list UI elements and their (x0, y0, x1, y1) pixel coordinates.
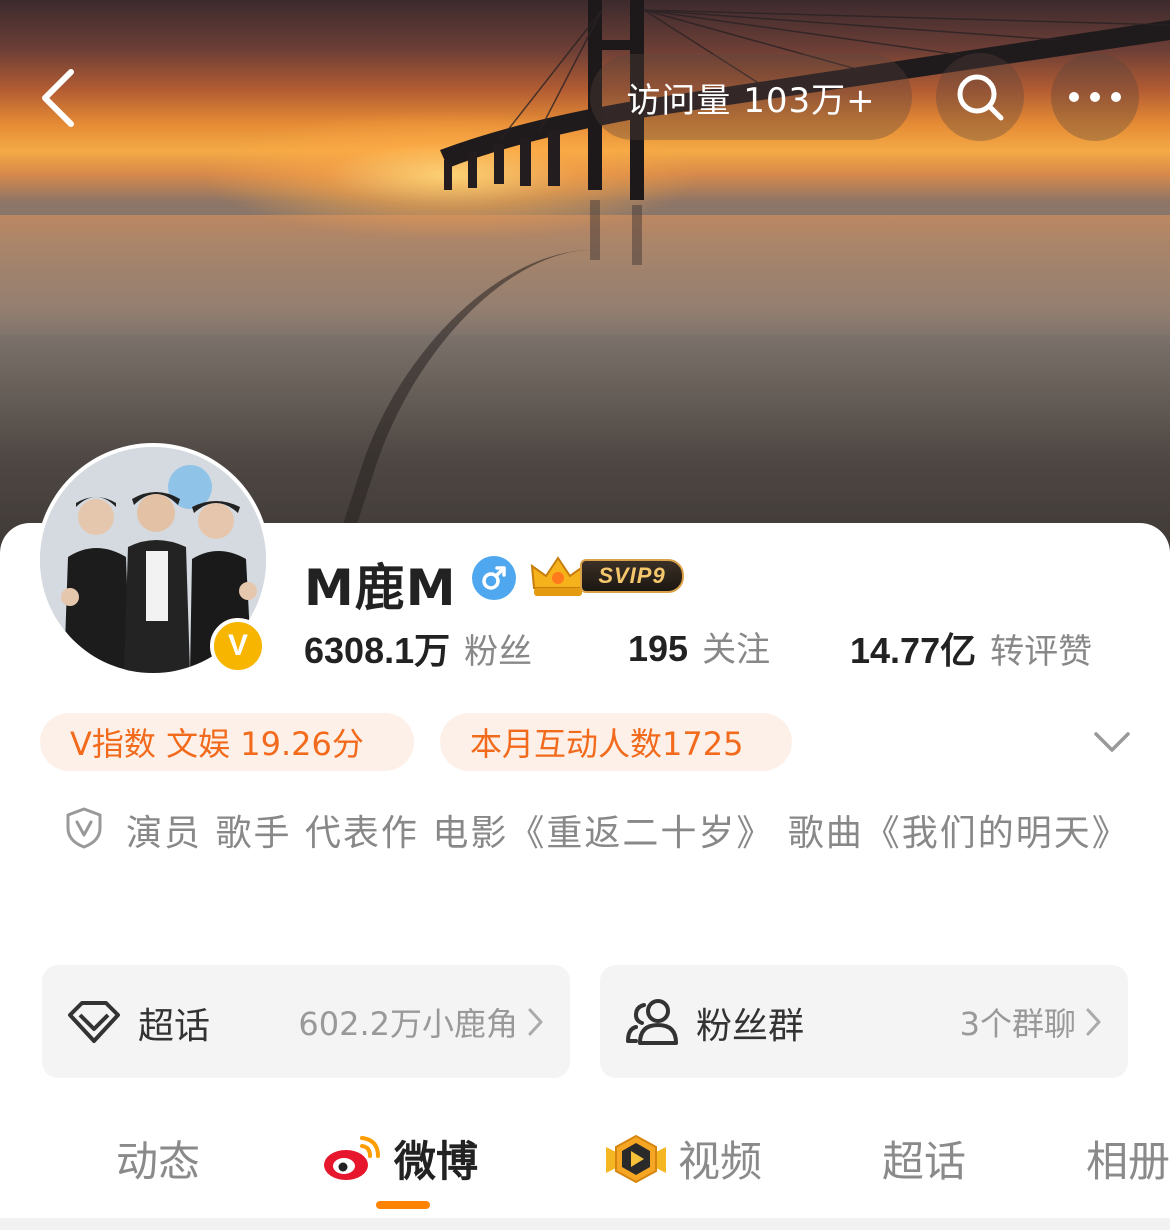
tab-album[interactable]: 相册 (1086, 1128, 1170, 1189)
fan-group-icon (626, 999, 678, 1045)
back-button[interactable] (22, 58, 92, 138)
followers-stat[interactable]: 6308.1万 粉丝 (304, 622, 532, 674)
profile-name: M鹿M (304, 559, 457, 617)
supertopic-subtitle: 602.2万小鹿角 (298, 1005, 518, 1043)
search-button[interactable] (936, 53, 1024, 141)
video-badge-icon (606, 1134, 666, 1183)
fan-group-box[interactable]: 粉丝群 3个群聊 (600, 965, 1128, 1078)
more-button[interactable] (1051, 53, 1139, 141)
fan-group-title: 粉丝群 (696, 1006, 805, 1047)
svip-badge[interactable]: SVIP9 (528, 552, 690, 600)
verified-v-letter: V (227, 629, 248, 662)
svip-crown-icon (530, 556, 586, 596)
tab-dynamics[interactable]: 动态 (116, 1128, 200, 1189)
following-stat[interactable]: 195 关注 (628, 622, 770, 671)
tab-label: 动态 (116, 1137, 201, 1186)
tab-supertopic[interactable]: 超话 (882, 1128, 966, 1189)
verification-text: 演员 歌手 代表作 电影《重返二十岁》 歌曲《我们的明天》 (126, 813, 1130, 854)
interactions-label: 转评赞 (990, 632, 1093, 672)
active-tab-indicator (376, 1201, 430, 1209)
tab-label: 视频 (678, 1137, 763, 1186)
search-icon (957, 74, 1004, 121)
chevron-right-icon (528, 1008, 543, 1036)
interactions-count: 14.77亿 (850, 630, 977, 671)
tab-video[interactable]: 视频 (604, 1128, 762, 1189)
chevron-right-icon (1086, 1008, 1101, 1036)
fan-group-subtitle: 3个群聊 (959, 1005, 1076, 1043)
tab-weibo[interactable]: 微博 (322, 1128, 478, 1189)
supertopic-box[interactable]: 超话 602.2万小鹿角 (42, 965, 570, 1078)
verified-v-icon: V (210, 618, 266, 674)
tab-label: 微博 (394, 1137, 479, 1186)
male-icon (472, 556, 516, 600)
verify-shield-icon (66, 807, 102, 849)
v-index-chip[interactable]: V指数 文娱 19.26分 (40, 713, 414, 771)
v-index-label: V指数 文娱 19.26分 (70, 725, 364, 763)
monthly-interaction-chip[interactable]: 本月互动人数1725 (440, 713, 792, 771)
following-count: 195 (628, 628, 689, 669)
visits-count-pill[interactable]: 访问量 103万+ (590, 54, 912, 140)
followers-count: 6308.1万 (304, 630, 451, 671)
supertopic-title: 超话 (138, 1006, 211, 1047)
monthly-interaction-label: 本月互动人数1725 (470, 725, 744, 763)
tab-label: 超话 (882, 1137, 967, 1186)
following-label: 关注 (702, 630, 771, 670)
back-arrow-icon (42, 69, 74, 127)
tab-label: 相册 (1086, 1137, 1170, 1186)
more-icon (1069, 92, 1121, 102)
visits-label: 访问量 103万+ (626, 80, 876, 121)
section-divider (0, 1218, 1170, 1230)
chevron-down-icon[interactable] (1090, 724, 1134, 760)
followers-label: 粉丝 (464, 632, 533, 672)
profile-tabs: 动态 微博 视频 超话 相册 (0, 1100, 1170, 1230)
diamond-icon (68, 1001, 120, 1043)
svip-label: SVIP9 (580, 559, 684, 593)
weibo-logo-icon (324, 1135, 380, 1180)
interactions-stat[interactable]: 14.77亿 转评赞 (850, 622, 1092, 674)
